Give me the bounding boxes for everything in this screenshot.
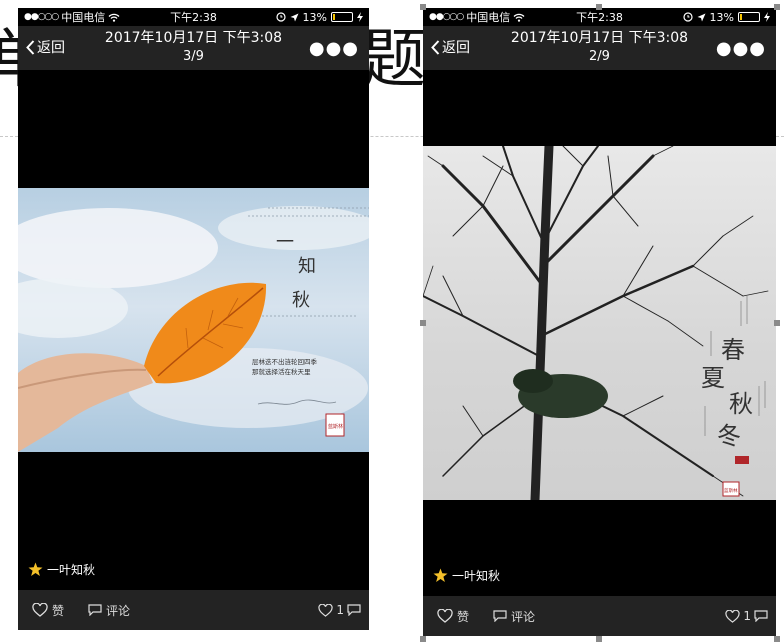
heart-icon	[437, 609, 453, 623]
battery-indicator	[738, 12, 760, 22]
background-title-right: 题	[362, 23, 426, 97]
resize-handle-bottom-right[interactable]	[774, 636, 780, 642]
battery-level	[740, 14, 742, 20]
season-char-autumn: 秋	[729, 390, 753, 418]
back-chevron-icon	[431, 39, 440, 55]
resize-handle-bottom-center[interactable]	[596, 636, 602, 642]
back-button[interactable]: 返回	[26, 37, 65, 57]
comment-icon	[347, 604, 361, 616]
status-time: 下午2:38	[576, 11, 623, 24]
comment-label: 评论	[511, 609, 536, 624]
comment-label: 评论	[106, 603, 131, 618]
back-chevron-icon	[26, 39, 35, 55]
comment-icon	[493, 610, 507, 622]
comment-button[interactable]: 评论	[493, 608, 535, 625]
poem-line-2: 那就选择活在秋天里	[252, 367, 311, 376]
comment-button[interactable]: 评论	[88, 602, 130, 619]
photo-caption: 一叶知秋	[28, 561, 95, 578]
heart-icon	[725, 609, 740, 623]
poem-char-3: 秋	[292, 290, 310, 311]
more-icon[interactable]: ●●●	[309, 38, 359, 59]
navigation-bar: 返回 2017年10月17日 下午3:08 2/9 ●●●	[423, 26, 776, 70]
seal-text: 蓝斯林	[328, 423, 343, 430]
more-icon[interactable]: ●●●	[716, 38, 766, 59]
action-toolbar: 赞 评论 1	[18, 590, 369, 630]
comment-icon	[88, 604, 102, 616]
likes-count: 1	[743, 609, 751, 623]
season-char-spring: 春	[721, 336, 745, 364]
like-button[interactable]: 赞	[437, 608, 469, 625]
resize-handle-top-right[interactable]	[774, 4, 780, 10]
seal-text: 蓝斯林	[724, 487, 738, 494]
resize-handle-top-center[interactable]	[596, 4, 602, 10]
nav-title: 2017年10月17日 下午3:08 2/9	[493, 29, 706, 65]
status-time: 下午2:38	[170, 11, 217, 24]
photo-date: 2017年10月17日 下午3:08	[510, 30, 689, 46]
nav-title: 2017年10月17日 下午3:08 3/9	[88, 29, 299, 65]
poem-line-1: 层林迭不出涟轮回四季	[252, 357, 318, 366]
heart-icon	[318, 603, 333, 617]
heart-icon	[32, 603, 48, 617]
interaction-stats[interactable]: 1	[725, 609, 768, 623]
poem-char-2: 知	[298, 256, 316, 277]
photo-date: 2017年10月17日 下午3:08	[104, 30, 283, 46]
photo-caption: 一叶知秋	[433, 567, 500, 584]
season-char-winter: 冬	[717, 422, 741, 450]
interaction-stats[interactable]: 1	[318, 603, 361, 617]
photo-image[interactable]: 一 知 秋 层林迭不出涟轮回四季 那就选择活在秋天里 蓝斯林	[18, 188, 369, 452]
likes-count: 1	[336, 603, 344, 617]
status-bar: ●●○○○ 中国电信 下午2:38 13%	[18, 8, 369, 26]
caption-text: 一叶知秋	[47, 563, 96, 577]
battery-level	[333, 14, 335, 20]
like-label: 赞	[52, 603, 65, 618]
action-toolbar: 赞 评论 1	[423, 596, 776, 636]
caption-text: 一叶知秋	[452, 569, 501, 583]
back-label: 返回	[37, 40, 65, 56]
poem-char-1: 一	[276, 232, 294, 253]
star-icon	[433, 568, 448, 582]
status-bar: ●●○○○ 中国电信 下午2:38 13%	[423, 8, 776, 26]
back-button[interactable]: 返回	[431, 37, 470, 57]
comment-icon	[754, 610, 768, 622]
season-char-summer: 夏	[701, 364, 725, 392]
photo-index: 2/9	[589, 49, 610, 64]
phone-screenshot-left: ●●○○○ 中国电信 下午2:38 13% 返回 2017年10月17日 下午3…	[18, 8, 369, 630]
resize-handle-bottom-left[interactable]	[420, 636, 426, 642]
battery-indicator	[331, 12, 353, 22]
photo-index: 3/9	[183, 49, 204, 64]
resize-handle-top-left[interactable]	[420, 4, 426, 10]
star-icon	[28, 562, 43, 576]
navigation-bar: 返回 2017年10月17日 下午3:08 3/9 ●●●	[18, 26, 369, 70]
like-label: 赞	[457, 609, 470, 624]
like-button[interactable]: 赞	[32, 602, 64, 619]
photo-image[interactable]: 春 夏 秋 冬 蓝斯林	[423, 146, 776, 500]
back-label: 返回	[442, 40, 470, 56]
phone-screenshot-right: ●●○○○ 中国电信 下午2:38 13% 返回 2017年10月17日 下午3…	[423, 8, 776, 636]
resize-handle-mid-left[interactable]	[420, 320, 426, 326]
resize-handle-mid-right[interactable]	[774, 320, 780, 326]
